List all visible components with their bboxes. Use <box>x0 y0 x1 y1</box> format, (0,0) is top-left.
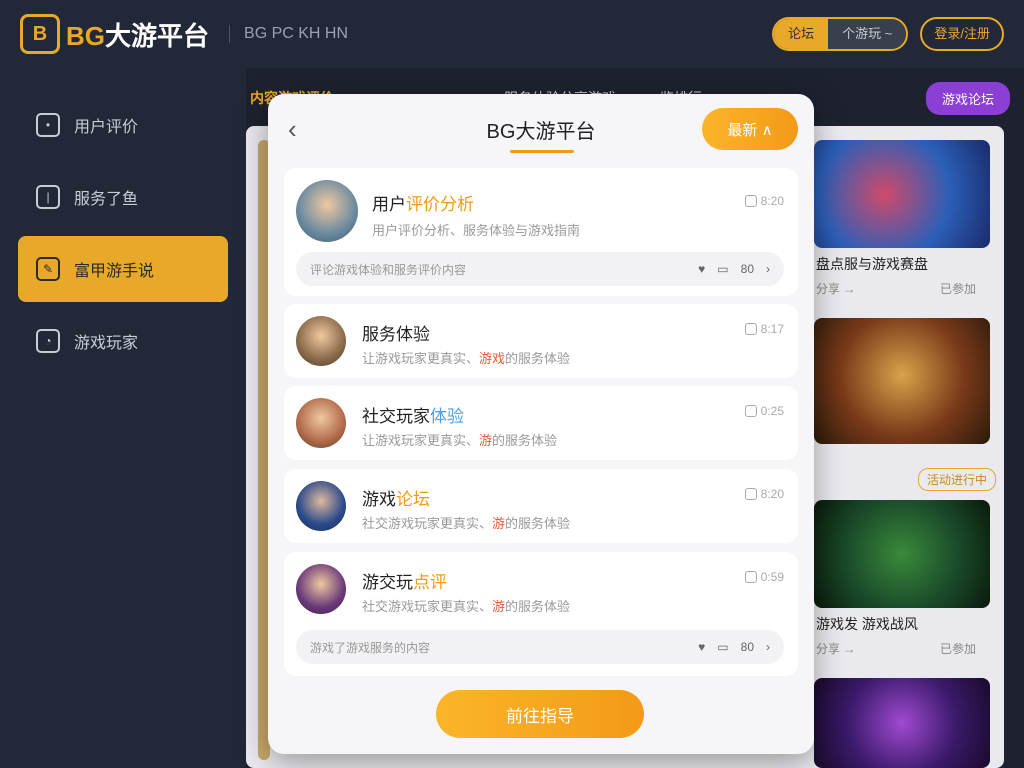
comment-count: 80 <box>740 262 754 276</box>
comment-icon[interactable]: ▭ <box>717 262 728 276</box>
comment-text: 游戏了游戏服务的内容 <box>310 640 431 655</box>
entry-title: 用户评价分析 <box>372 195 474 214</box>
sidebar-item-label: 富甲游手说 <box>74 263 155 280</box>
chart-icon: ◔ <box>36 329 60 353</box>
game-card[interactable] <box>814 500 990 608</box>
mode-toggle[interactable]: 论坛 个游玩 ~ <box>772 17 909 51</box>
entry-subtitle: 让游戏玩家更真实、游戏的服务体验 <box>362 351 571 366</box>
comment-strip[interactable]: 游戏了游戏服务的内容 ♥ ▭ 80 › <box>296 630 784 664</box>
comment-icon[interactable]: ▭ <box>717 640 728 654</box>
entry-time: 8:20 <box>744 487 784 501</box>
sort-button[interactable]: 最新 ∧ <box>702 108 798 150</box>
entry-time: 0:59 <box>744 570 784 584</box>
more-icon[interactable]: › <box>766 640 770 654</box>
game-card[interactable] <box>814 318 990 444</box>
logo-mark-icon: B <box>20 14 60 54</box>
comment-count: 80 <box>740 640 754 654</box>
clock-icon <box>744 488 757 500</box>
list-item[interactable]: 用户评价分析 用户评价分析、服务体验与游戏指南 8:20 评论游戏体验和服务评价… <box>284 168 798 296</box>
home-icon: • <box>36 113 60 137</box>
list-item[interactable]: 服务体验 让游戏玩家更真实、游戏的服务体验 8:17 <box>284 304 798 378</box>
edit-icon: ✎ <box>36 257 60 281</box>
back-icon[interactable]: ‹ <box>288 114 297 145</box>
like-icon[interactable]: ♥ <box>698 262 705 276</box>
title-underline <box>510 150 574 153</box>
toggle-option-forum[interactable]: 论坛 <box>774 19 829 49</box>
sidebar-item-guide[interactable]: ✎ 富甲游手说 <box>18 236 228 302</box>
comment-text: 评论游戏体验和服务评价内容 <box>310 262 467 277</box>
like-icon[interactable]: ♥ <box>698 640 705 654</box>
game-art <box>814 318 990 444</box>
forum-button[interactable]: 游戏论坛 <box>925 81 1010 115</box>
card-status: 已参加 <box>940 282 977 296</box>
entry-subtitle: 社交游戏玩家更真实、游的服务体验 <box>362 516 571 531</box>
sidebar-item-label: 游戏玩家 <box>74 335 139 352</box>
entry-time: 8:20 <box>744 194 784 208</box>
avatar <box>296 398 346 448</box>
card-status: 已参加 <box>940 642 977 656</box>
logo-text: BG大游平台 <box>66 20 210 51</box>
list-item[interactable]: 社交玩家体验 让游戏玩家更真实、游的服务体验 0:25 <box>284 386 798 460</box>
modal-dialog: ‹ BG大游平台 最新 ∧ 用户评价分析 用户评价分析、服务体验与游戏指南 8:… <box>268 94 814 754</box>
sidebar-item-reviews[interactable]: • 用户评价 <box>18 92 228 158</box>
card-caption: 盘点服与游戏赛盘 <box>816 256 928 272</box>
entry-time: 0:25 <box>744 404 784 418</box>
top-bar: B BG大游平台 BG PC KH HN 论坛 个游玩 ~ 登录/注册 <box>0 0 1024 68</box>
entry-subtitle: 社交游戏玩家更真实、游的服务体验 <box>362 599 571 614</box>
game-art <box>814 678 990 768</box>
card-meta[interactable]: 分享 → <box>816 640 855 657</box>
clock-icon <box>744 571 757 583</box>
toggle-option-game[interactable]: 个游玩 ~ <box>828 19 907 49</box>
clock-icon <box>744 323 757 335</box>
sidebar-item-players[interactable]: ◔ 游戏玩家 <box>18 308 228 374</box>
game-card[interactable] <box>814 140 990 248</box>
entry-time: 8:17 <box>744 322 784 336</box>
clock-icon <box>744 195 757 207</box>
game-art <box>814 500 990 608</box>
login-button[interactable]: 登录/注册 <box>920 17 1004 51</box>
more-icon[interactable]: › <box>766 262 770 276</box>
sidebar: • 用户评价 | 服务了鱼 ✎ 富甲游手说 ◔ 游戏玩家 <box>0 68 246 768</box>
entry-subtitle: 用户评价分析、服务体验与游戏指南 <box>372 223 581 238</box>
logo[interactable]: B BG大游平台 <box>20 14 209 54</box>
avatar <box>296 564 346 614</box>
sidebar-item-label: 用户评价 <box>74 119 139 136</box>
avatar <box>296 316 346 366</box>
entry-title: 服务体验 <box>362 325 430 344</box>
modal-title: BG大游平台 <box>486 120 596 143</box>
avatar <box>296 180 358 242</box>
game-art <box>814 140 990 248</box>
clock-icon <box>744 405 757 417</box>
sidebar-item-service[interactable]: | 服务了鱼 <box>18 164 228 230</box>
game-card[interactable] <box>814 678 990 768</box>
entry-title: 社交玩家体验 <box>362 407 464 426</box>
modal-header: ‹ BG大游平台 最新 ∧ <box>268 94 814 164</box>
event-badge: 活动进行中 <box>918 468 997 491</box>
card-meta[interactable]: 分享 → <box>816 280 855 297</box>
entry-title: 游戏论坛 <box>362 490 430 509</box>
list-item[interactable]: 游戏论坛 社交游戏玩家更真实、游的服务体验 8:20 <box>284 469 798 543</box>
guide-button[interactable]: 前往指导 <box>436 690 644 738</box>
entry-title: 游交玩点评 <box>362 573 447 592</box>
entry-subtitle: 让游戏玩家更真实、游的服务体验 <box>362 433 558 448</box>
book-icon: | <box>36 185 60 209</box>
sidebar-item-label: 服务了鱼 <box>74 191 139 208</box>
card-caption: 游戏发 游戏战风 <box>816 616 918 632</box>
list-item[interactable]: 游交玩点评 社交游戏玩家更真实、游的服务体验 0:59 游戏了游戏服务的内容 ♥… <box>284 552 798 676</box>
avatar <box>296 481 346 531</box>
comment-strip[interactable]: 评论游戏体验和服务评价内容 ♥ ▭ 80 › <box>296 252 784 286</box>
site-subtitle: BG PC KH HN <box>229 25 348 43</box>
